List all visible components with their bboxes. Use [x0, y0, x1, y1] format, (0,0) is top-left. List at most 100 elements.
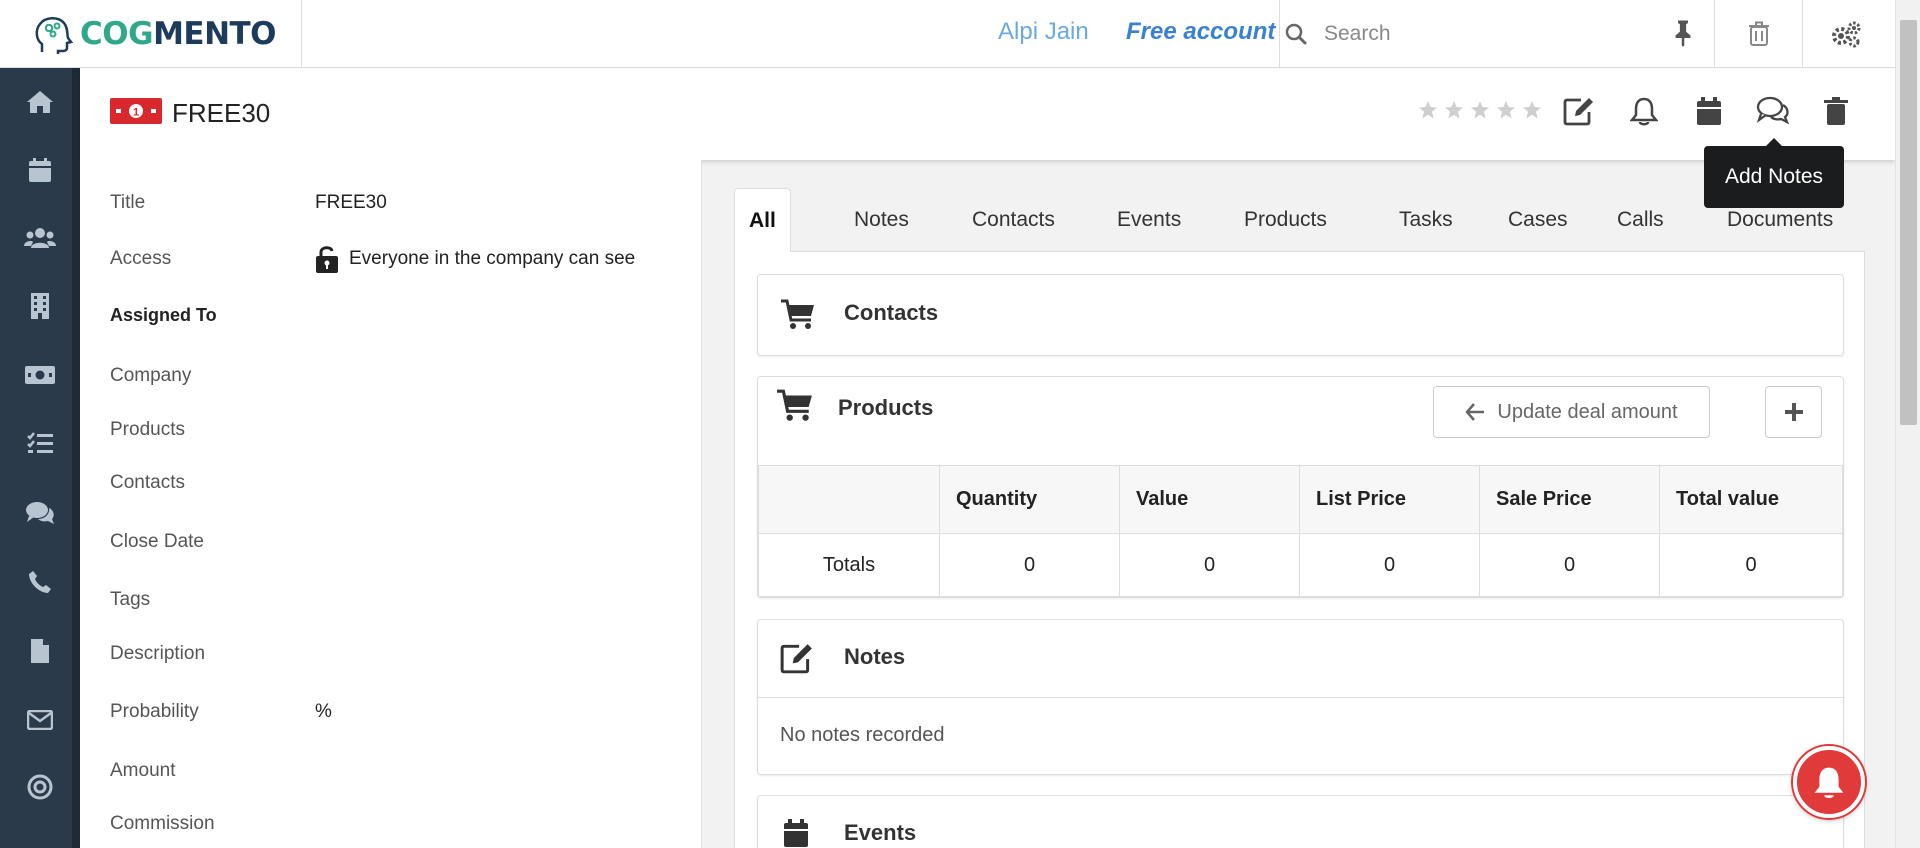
tab-events[interactable]: Events	[1103, 188, 1195, 252]
logo-head-icon	[35, 16, 74, 54]
sidebar-item-home[interactable]	[0, 82, 80, 122]
rating-stars[interactable]	[1418, 100, 1542, 120]
trash-icon	[1748, 21, 1769, 46]
edit-icon	[780, 644, 812, 674]
trash-icon	[1824, 97, 1848, 125]
calendar-icon	[1697, 97, 1721, 125]
sidebar-item-tasks[interactable]	[0, 424, 80, 464]
tab-notes[interactable]: Notes	[840, 188, 923, 252]
top-bar: COGMENTO Alpi Jain Free account	[0, 0, 1895, 68]
field-label-probability: Probability	[110, 701, 199, 722]
update-deal-amount-label: Update deal amount	[1497, 400, 1678, 423]
star-icon[interactable]	[1496, 100, 1516, 120]
scrollbar-thumb[interactable]	[1900, 20, 1917, 425]
field-label-company: Company	[110, 365, 192, 386]
sidebar-item-deals[interactable]	[0, 355, 80, 395]
plus-icon	[1784, 403, 1803, 421]
star-icon[interactable]	[1444, 100, 1464, 120]
tab-documents[interactable]: Documents	[1713, 188, 1847, 252]
logo-text: COGMENTO	[80, 15, 277, 52]
user-name[interactable]: Alpi Jain	[998, 18, 1089, 46]
tab-bar: All Notes Contacts Events Products Tasks…	[734, 188, 1865, 253]
pin-button[interactable]	[1668, 18, 1698, 53]
reminder-button[interactable]	[1629, 96, 1659, 131]
account-type-link[interactable]: Free account	[1126, 18, 1275, 46]
calendar-icon	[29, 158, 51, 182]
add-product-button[interactable]	[1765, 386, 1822, 438]
tasks-icon	[27, 432, 53, 453]
notes-empty-text: No notes recorded	[780, 724, 945, 746]
add-notes-button[interactable]	[1756, 96, 1790, 129]
table-header-value: Value	[1119, 465, 1300, 534]
contacts-card-title: Contacts	[844, 300, 939, 325]
star-icon[interactable]	[1522, 100, 1542, 120]
sidebar-item-companies[interactable]	[0, 286, 80, 326]
tab-cases[interactable]: Cases	[1494, 188, 1582, 252]
deal-money-icon: 1	[110, 98, 162, 124]
sidebar-item-email[interactable]	[0, 700, 80, 740]
pin-icon	[1675, 20, 1691, 47]
sidebar-item-calendar[interactable]	[0, 150, 80, 190]
table-header-quantity: Quantity	[939, 465, 1120, 534]
notifications-button[interactable]	[1793, 746, 1865, 818]
field-value-title: FREE30	[315, 192, 387, 213]
related-items-panel: All Notes Contacts Events Products Tasks…	[734, 188, 1865, 848]
search-box[interactable]	[1279, 0, 1684, 67]
star-icon[interactable]	[1418, 100, 1438, 120]
contacts-icon	[24, 228, 56, 248]
tab-all[interactable]: All	[734, 188, 791, 253]
table-cell-quantity: 0	[939, 533, 1120, 597]
table-cell-sale-price: 0	[1479, 533, 1660, 597]
update-deal-amount-button[interactable]: Update deal amount	[1433, 386, 1710, 438]
deal-title: FREE30	[172, 98, 271, 128]
sidebar-item-chat[interactable]	[0, 493, 80, 533]
star-icon[interactable]	[1470, 100, 1490, 120]
table-header-row: Quantity Value List Price Sale Price Tot…	[758, 465, 1843, 534]
logo[interactable]: COGMENTO	[0, 0, 302, 67]
document-icon	[31, 639, 49, 663]
products-card: Products Update deal amount Quantity Val…	[757, 376, 1844, 598]
svg-text:1: 1	[133, 107, 139, 119]
tab-contacts[interactable]: Contacts	[958, 188, 1069, 252]
sidebar-item-calls[interactable]	[0, 562, 80, 602]
calendar-icon	[784, 819, 808, 847]
unlock-icon	[316, 246, 338, 273]
gears-icon	[1832, 21, 1861, 48]
phone-icon	[29, 571, 51, 593]
tab-tasks[interactable]: Tasks	[1385, 188, 1467, 252]
edit-button[interactable]	[1563, 96, 1595, 131]
calendar-button[interactable]	[1696, 96, 1722, 131]
table-cell-list-price: 0	[1299, 533, 1480, 597]
field-label-title: Title	[110, 192, 146, 213]
delete-button[interactable]	[1824, 96, 1848, 131]
page-scrollbar[interactable]	[1895, 0, 1920, 848]
search-icon	[1285, 23, 1307, 44]
sidebar-item-campaigns[interactable]	[0, 767, 80, 807]
logo-text-mento: MENTO	[153, 15, 277, 52]
details-panel: Title FREE30 Access Everyone in the comp…	[80, 160, 702, 848]
deal-header: 1 FREE30	[80, 68, 1895, 160]
target-icon	[27, 774, 53, 800]
sidebar-item-documents[interactable]	[0, 631, 80, 671]
tab-products[interactable]: Products	[1230, 188, 1341, 252]
events-card: Events	[757, 795, 1844, 848]
events-card-title: Events	[844, 820, 917, 845]
recycle-bin-button[interactable]	[1714, 0, 1803, 67]
email-icon	[27, 710, 53, 730]
tab-calls[interactable]: Calls	[1603, 188, 1678, 252]
chat-icon	[26, 502, 54, 524]
field-label-close-date: Close Date	[110, 531, 204, 552]
search-input[interactable]	[1324, 21, 1624, 46]
field-label-amount: Amount	[110, 760, 176, 781]
notes-card: Notes No notes recorded	[757, 619, 1844, 775]
arrow-left-icon	[1465, 403, 1485, 421]
products-card-title: Products	[838, 395, 934, 420]
field-label-description: Description	[110, 643, 206, 664]
bell-icon	[1629, 97, 1659, 126]
field-value-access: Everyone in the company can see	[315, 244, 635, 274]
table-cell-value: 0	[1119, 533, 1300, 597]
sidebar-item-contacts[interactable]	[0, 218, 80, 258]
table-header	[758, 465, 940, 534]
settings-button[interactable]	[1830, 20, 1862, 53]
products-table: Quantity Value List Price Sale Price Tot…	[758, 465, 1843, 597]
